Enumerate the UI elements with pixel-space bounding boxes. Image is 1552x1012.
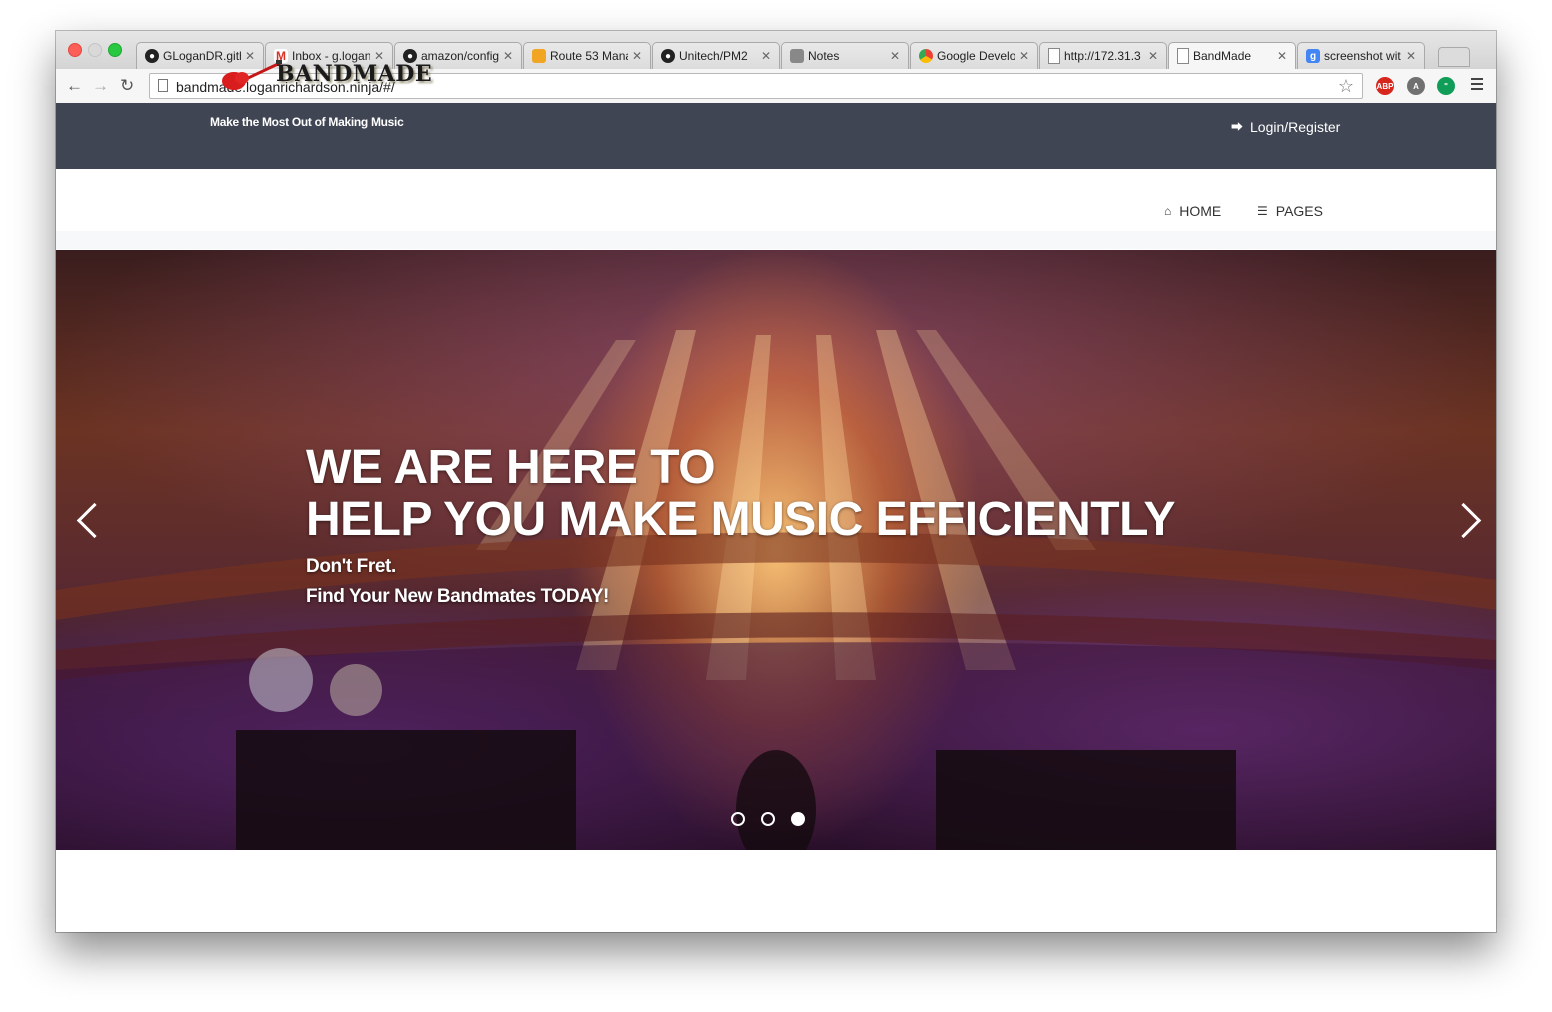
- forward-arrow-icon[interactable]: →: [92, 77, 109, 95]
- home-icon: ⌂: [1164, 204, 1172, 218]
- angular-icon[interactable]: A: [1407, 77, 1425, 95]
- concert-background-image: [56, 330, 1496, 850]
- close-icon[interactable]: ✕: [632, 49, 642, 63]
- login-register-link[interactable]: ⮕ Login/Register: [1231, 118, 1340, 135]
- page-icon: [158, 79, 168, 92]
- close-icon[interactable]: ✕: [1019, 49, 1029, 63]
- carousel-indicator[interactable]: [761, 812, 775, 826]
- chrome-icon: [919, 49, 933, 63]
- sign-in-icon: ⮕: [1231, 120, 1244, 134]
- close-icon[interactable]: ✕: [761, 49, 771, 63]
- bookmark-star-icon[interactable]: ☆: [1338, 76, 1354, 97]
- close-window-button[interactable]: [68, 43, 82, 57]
- tab-bandmade[interactable]: BandMade ✕: [1168, 42, 1296, 69]
- tab-label: Google Develo: [937, 49, 1015, 63]
- tab-ip-address[interactable]: http://172.31.3 ✕: [1039, 42, 1167, 69]
- close-icon[interactable]: ✕: [890, 49, 900, 63]
- nav-home[interactable]: ⌂ HOME: [1164, 203, 1221, 219]
- tab-screenshot-search[interactable]: g screenshot wit ✕: [1297, 42, 1425, 69]
- site-tagline: Make the Most Out of Making Music: [210, 115, 404, 129]
- hero-headline-line2: HELP YOU MAKE MUSIC EFFICIENTLY: [306, 493, 1176, 546]
- github-icon: ●: [145, 49, 159, 63]
- github-icon: ●: [661, 49, 675, 63]
- close-icon[interactable]: ✕: [1148, 49, 1158, 63]
- new-tab-button[interactable]: [1438, 47, 1470, 67]
- tab-label: BandMade: [1193, 49, 1252, 63]
- notes-icon: [790, 49, 804, 63]
- tab-route53[interactable]: Route 53 Mana ✕: [523, 42, 651, 69]
- tab-label: screenshot wit: [1324, 49, 1401, 63]
- adblock-icon[interactable]: ABP: [1376, 77, 1394, 95]
- tab-notes[interactable]: Notes ✕: [781, 42, 909, 69]
- close-icon[interactable]: ✕: [1277, 49, 1287, 63]
- login-label: Login/Register: [1250, 118, 1341, 135]
- tab-label: Notes: [808, 49, 840, 63]
- tab-label: Route 53 Mana: [550, 49, 628, 63]
- nav-home-label: HOME: [1179, 203, 1222, 219]
- google-icon: g: [1306, 49, 1320, 63]
- carousel-indicator-active[interactable]: [791, 812, 805, 826]
- hero-sub-line1: Don't Fret.: [306, 556, 396, 577]
- hero-sub-line2: Find Your New Bandmates TODAY!: [306, 586, 609, 607]
- nav-pages[interactable]: ☰ PAGES: [1257, 203, 1323, 219]
- tab-label: amazon/config: [421, 49, 499, 63]
- carousel-indicator[interactable]: [731, 812, 745, 826]
- tab-google-developers[interactable]: Google Develo ✕: [910, 42, 1038, 69]
- close-icon[interactable]: ✕: [1406, 49, 1416, 63]
- aws-icon: [532, 49, 546, 63]
- tab-label: Unitech/PM2: [679, 49, 748, 63]
- hangouts-icon[interactable]: ": [1437, 77, 1455, 95]
- page-icon: [1048, 48, 1060, 64]
- back-arrow-icon[interactable]: ←: [66, 77, 83, 95]
- browser-window: ● GLoganDR.gith ✕ M Inbox - g.logan ✕ ● …: [56, 31, 1496, 932]
- tab-label: http://172.31.3: [1064, 49, 1141, 63]
- reload-icon[interactable]: ↻: [120, 77, 134, 95]
- zoom-window-button[interactable]: [108, 43, 122, 57]
- chrome-menu-icon[interactable]: [1471, 78, 1483, 93]
- tab-pm2[interactable]: ● Unitech/PM2 ✕: [652, 42, 780, 69]
- page-icon: [1177, 48, 1189, 64]
- site-topbar: Make the Most Out of Making Music ⮕ Logi…: [56, 103, 1496, 169]
- hero-subheadline: Don't Fret. Find Your New Bandmates TODA…: [306, 552, 609, 612]
- list-icon: ☰: [1257, 204, 1268, 218]
- hero-headline: WE ARE HERE TO HELP YOU MAKE MUSIC EFFIC…: [306, 441, 1176, 546]
- nav-pages-label: PAGES: [1275, 203, 1323, 219]
- logo-text[interactable]: BANDMADE: [276, 61, 432, 87]
- hero-headline-line1: WE ARE HERE TO: [306, 441, 716, 494]
- minimize-window-button[interactable]: [88, 43, 102, 57]
- close-icon[interactable]: ✕: [503, 49, 513, 63]
- hero-carousel: WE ARE HERE TO HELP YOU MAKE MUSIC EFFIC…: [56, 250, 1496, 850]
